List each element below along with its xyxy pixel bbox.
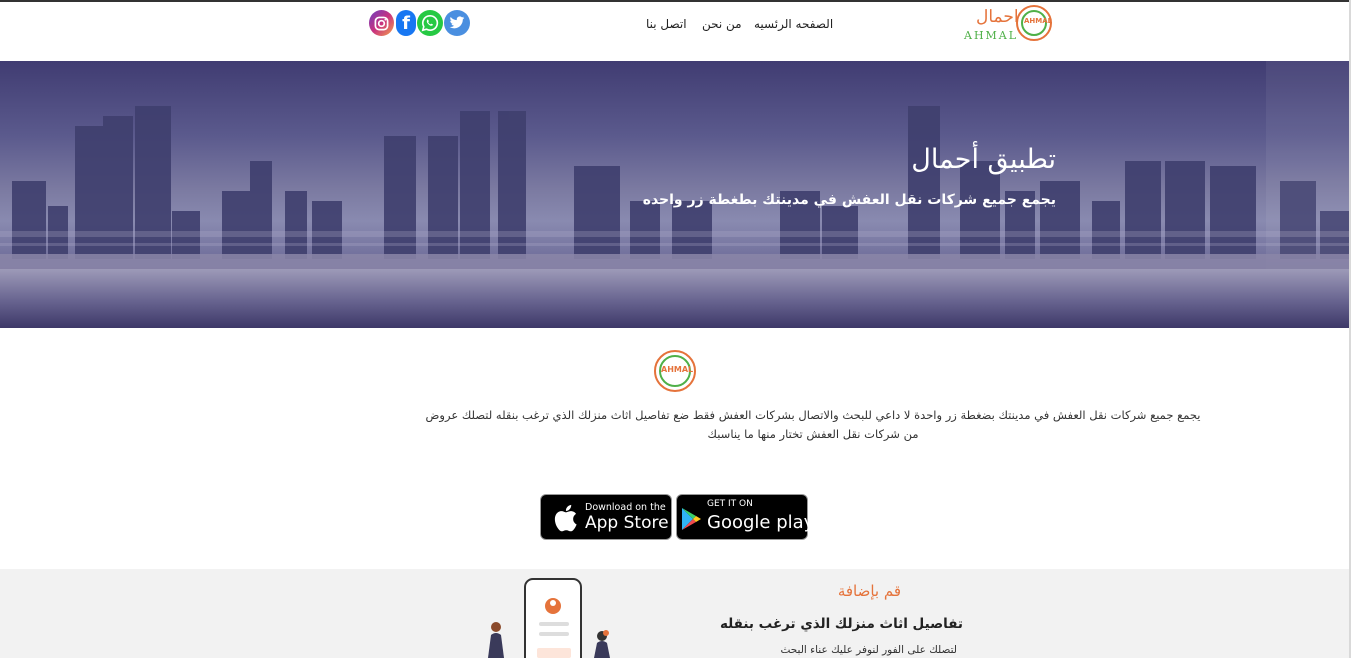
about-logo: AHMAL (654, 350, 696, 392)
hero-banner: تطبيق أحمال يجمع جميع شركات نقل العفش في… (0, 61, 1349, 328)
feature-section: قم بإضافة تفاصيل اثاث منزلك الذي ترغب بن… (0, 569, 1349, 658)
twitter-icon[interactable] (444, 10, 470, 36)
feature-title: تفاصيل اثاث منزلك الذي ترغب بنقله (719, 616, 963, 632)
nav-contact-link[interactable]: اتصل بنا (646, 17, 687, 31)
app-store-button[interactable]: Download on the App Store (540, 494, 672, 540)
site-header: AHMAL احمال AHMAL الصفحه الرئسيه من نحن … (0, 2, 1349, 61)
google-play-label: Google play (707, 512, 815, 533)
hero-title: تطبيق أحمال (911, 144, 1056, 175)
logo-badge-text: AHMAL (1024, 17, 1053, 25)
nav-home-link[interactable]: الصفحه الرئسيه (754, 17, 833, 31)
google-play-small-text: GET IT ON (707, 499, 753, 509)
apple-icon (554, 504, 577, 532)
brand-name-en: AHMAL (964, 29, 1019, 42)
app-store-label: App Store (585, 513, 669, 533)
feature-heading: قم بإضافة (837, 582, 901, 600)
feature-description: لتصلك على الفور لنوفر عليك عناء البحث (780, 644, 957, 656)
brand-name-ar: احمال (976, 7, 1019, 27)
facebook-icon[interactable]: f (396, 10, 416, 36)
logo-badge: AHMAL (1016, 5, 1052, 41)
whatsapp-icon[interactable] (417, 10, 443, 36)
google-play-icon (682, 508, 701, 530)
hero-water (0, 269, 1349, 328)
google-play-button[interactable]: GET IT ON Google play (676, 494, 814, 540)
phone-illustration (488, 578, 610, 658)
hero-shore (0, 254, 1349, 270)
about-description: يجمع جميع شركات نقل العفش في مدينتك بضغط… (425, 408, 1201, 441)
hero-subtitle: يجمع جميع شركات نقل العفش في مدينتك بطغط… (642, 192, 1056, 208)
instagram-icon[interactable] (369, 10, 394, 36)
about-logo-text: AHMAL (661, 365, 694, 374)
brand-logo[interactable]: AHMAL احمال AHMAL (962, 5, 1058, 45)
app-store-small-text: Download on the (585, 502, 666, 513)
nav-about-link[interactable]: من نحن (702, 17, 742, 31)
